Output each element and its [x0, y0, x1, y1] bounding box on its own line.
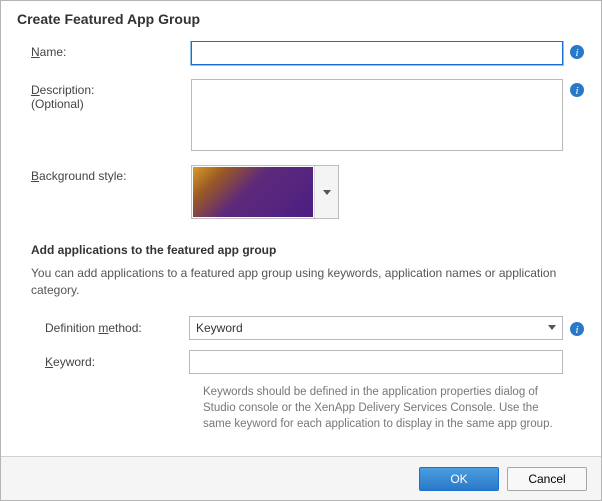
bgstyle-dropdown[interactable]: [191, 165, 339, 219]
info-icon[interactable]: i: [569, 321, 585, 337]
add-apps-description: You can add applications to a featured a…: [31, 265, 585, 300]
keyword-row: Keyword:: [31, 350, 585, 374]
dialog-content: Name: i Description: (Optional) i: [1, 41, 601, 456]
info-icon[interactable]: i: [569, 82, 585, 98]
definition-method-value: Keyword: [196, 321, 243, 335]
dialog-title: Create Featured App Group: [1, 1, 601, 41]
svg-text:i: i: [575, 85, 578, 97]
keyword-hint: Keywords should be defined in the applic…: [203, 384, 585, 432]
chevron-down-icon: [548, 325, 556, 330]
description-input[interactable]: [191, 79, 563, 151]
chevron-down-icon: [323, 190, 331, 195]
description-row: Description: (Optional) i: [31, 79, 585, 151]
bgstyle-caret[interactable]: [314, 166, 338, 218]
cancel-button[interactable]: Cancel: [507, 467, 587, 491]
definition-method-label: Definition method:: [31, 321, 189, 335]
svg-text:i: i: [575, 324, 578, 336]
dialog-footer: OK Cancel: [1, 456, 601, 500]
name-label: Name:: [31, 41, 191, 59]
keyword-input[interactable]: [189, 350, 563, 374]
description-label: Description: (Optional): [31, 79, 191, 111]
info-icon[interactable]: i: [569, 44, 585, 60]
keyword-label: Keyword:: [31, 355, 189, 369]
definition-method-select[interactable]: Keyword: [189, 316, 563, 340]
bgstyle-row: Background style:: [31, 165, 585, 219]
ok-button[interactable]: OK: [419, 467, 499, 491]
definition-method-row: Definition method: Keyword i: [31, 316, 585, 340]
bgstyle-swatch: [193, 167, 313, 217]
name-row: Name: i: [31, 41, 585, 65]
create-featured-app-group-dialog: Create Featured App Group Name: i Descri…: [0, 0, 602, 501]
add-apps-heading: Add applications to the featured app gro…: [31, 243, 585, 257]
svg-text:i: i: [575, 47, 578, 59]
bgstyle-label: Background style:: [31, 165, 191, 183]
name-input[interactable]: [191, 41, 563, 65]
